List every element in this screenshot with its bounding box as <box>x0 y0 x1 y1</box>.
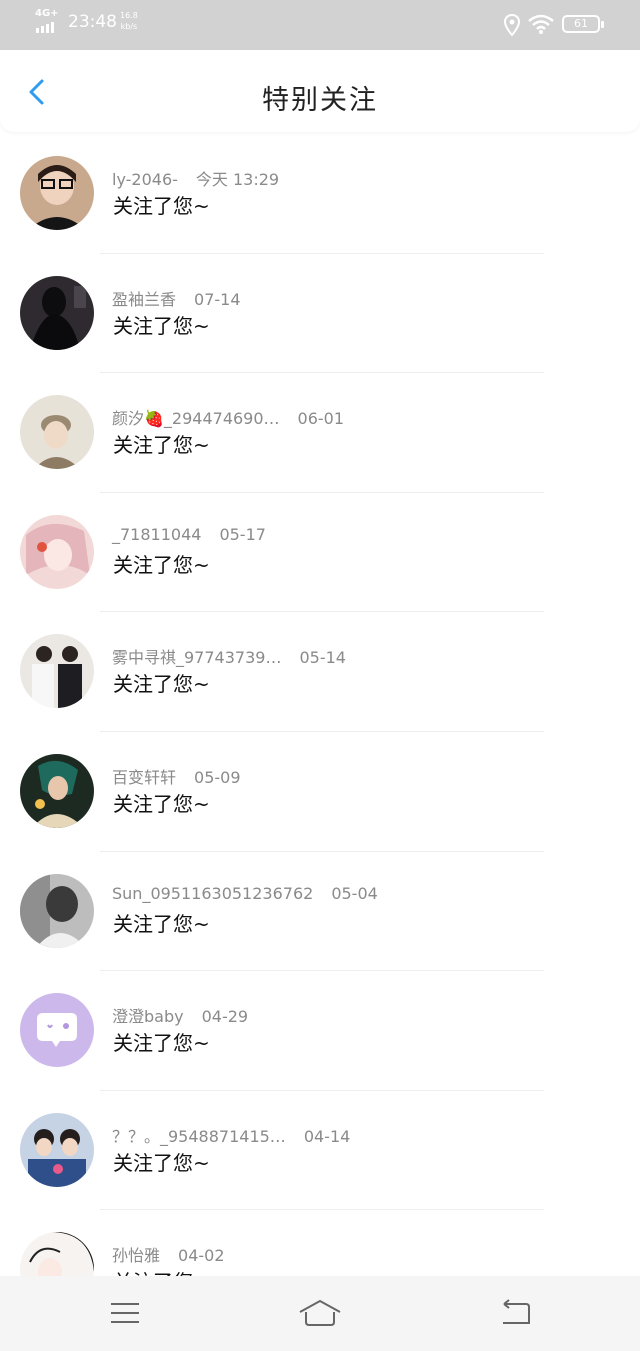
username[interactable]: ly-2046- <box>112 170 178 189</box>
username[interactable]: 澄澄baby <box>112 1007 184 1026</box>
default-avatar-icon <box>20 993 94 1068</box>
avatar[interactable] <box>20 395 94 470</box>
list-item[interactable]: 雾中寻祺_97743739… 05-14 关注了您~ <box>0 612 640 732</box>
item-meta: ？？。_9548871415… 04-14 <box>112 1123 350 1147</box>
item-meta: 澄澄baby 04-29 <box>112 1003 248 1027</box>
avatar[interactable] <box>20 993 94 1068</box>
menu-icon <box>111 1303 139 1323</box>
signal-icon <box>36 22 54 33</box>
item-date: 04-02 <box>178 1246 225 1266</box>
home-button[interactable] <box>298 1298 342 1328</box>
item-date: 04-14 <box>303 1126 351 1146</box>
status-bar: 4G+ 23:48 16.8 kb/s 61 <box>0 0 640 50</box>
network-speed-value: 16.8 <box>120 11 138 20</box>
location-icon <box>503 14 521 36</box>
item-message: 关注了您~ <box>113 911 210 936</box>
list-item[interactable]: 盈袖兰香 07-14 关注了您~ <box>0 254 640 374</box>
item-date: 05-04 <box>331 883 378 903</box>
item-date: 07-14 <box>194 289 241 309</box>
username[interactable]: 百变轩轩 <box>112 768 176 787</box>
item-meta: ly-2046- 今天 13:29 <box>112 166 279 190</box>
item-message: 关注了您~ <box>113 1150 210 1175</box>
back-nav-button[interactable] <box>498 1298 532 1328</box>
menu-button[interactable] <box>108 1298 142 1328</box>
avatar[interactable] <box>20 275 94 350</box>
item-date: 06-01 <box>297 409 345 429</box>
username[interactable]: Sun_0951163051236762 <box>112 884 313 903</box>
item-date: 04-29 <box>201 1007 249 1027</box>
item-meta: 盈袖兰香 07-14 <box>112 286 241 310</box>
page-title: 特别关注 <box>262 85 378 116</box>
system-nav-bar <box>0 1276 640 1351</box>
header: 特别关注 <box>0 50 640 132</box>
avatar[interactable] <box>20 156 94 230</box>
avatar[interactable] <box>20 753 94 828</box>
item-date: 05-17 <box>219 524 266 544</box>
list-item[interactable]: 颜汐🍓_294474690… 06-01 关注了您~ <box>0 373 640 493</box>
list-item[interactable]: ly-2046- 今天 13:29 关注了您~ <box>0 134 640 254</box>
username[interactable]: 雾中寻祺_97743739… <box>112 648 281 667</box>
list-item[interactable]: Sun_0951163051236762 05-04 关注了您~ <box>0 852 640 972</box>
battery-icon: 61 <box>562 15 604 33</box>
item-date: 今天 13:29 <box>195 170 280 189</box>
username[interactable]: 盈袖兰香 <box>112 290 176 309</box>
username[interactable]: ？？。_9548871415… <box>112 1127 286 1146</box>
item-date: 05-14 <box>299 648 346 668</box>
network-type: 4G+ <box>35 8 59 19</box>
network-speed-unit: kb/s <box>120 22 138 31</box>
username[interactable]: _71811044 <box>112 525 201 544</box>
item-date: 05-09 <box>194 767 241 787</box>
list-item[interactable]: ？？。_9548871415… 04-14 关注了您~ <box>0 1091 640 1211</box>
item-message: 关注了您~ <box>113 552 210 577</box>
network-speed: 16.8 kb/s <box>120 10 138 32</box>
item-message: 关注了您~ <box>113 194 210 218</box>
item-message: 关注了您~ <box>113 1031 210 1056</box>
item-message: 关注了您~ <box>113 433 210 458</box>
item-message: 关注了您~ <box>113 313 210 338</box>
username[interactable]: 颜汐🍓_294474690… <box>112 409 280 428</box>
back-arrow-icon <box>503 1299 530 1324</box>
avatar[interactable] <box>20 514 94 589</box>
follow-list: ly-2046- 今天 13:29 关注了您~ 盈袖兰香 07-14 关注了您~ <box>0 134 640 1330</box>
item-meta: Sun_0951163051236762 05-04 <box>112 884 378 903</box>
wifi-icon <box>528 14 554 34</box>
item-meta: 百变轩轩 05-09 <box>112 764 241 788</box>
home-icon <box>299 1299 341 1326</box>
list-item[interactable]: 澄澄baby 04-29 关注了您~ <box>0 971 640 1091</box>
item-message: 关注了您~ <box>113 791 210 816</box>
battery-level: 61 <box>574 17 588 30</box>
username[interactable]: 孙怡雅 <box>112 1246 160 1265</box>
item-meta: 颜汐🍓_294474690… 06-01 <box>112 405 344 429</box>
avatar[interactable] <box>20 634 94 709</box>
list-item[interactable]: 百变轩轩 05-09 关注了您~ <box>0 732 640 852</box>
item-meta: _71811044 05-17 <box>112 525 266 544</box>
avatar[interactable] <box>20 1112 94 1187</box>
item-meta: 孙怡雅 04-02 <box>112 1242 225 1266</box>
list-item[interactable]: _71811044 05-17 关注了您~ <box>0 493 640 613</box>
item-meta: 雾中寻祺_97743739… 05-14 <box>112 644 346 668</box>
status-time: 23:48 <box>68 12 117 32</box>
item-message: 关注了您~ <box>113 672 210 697</box>
avatar[interactable] <box>20 873 94 948</box>
